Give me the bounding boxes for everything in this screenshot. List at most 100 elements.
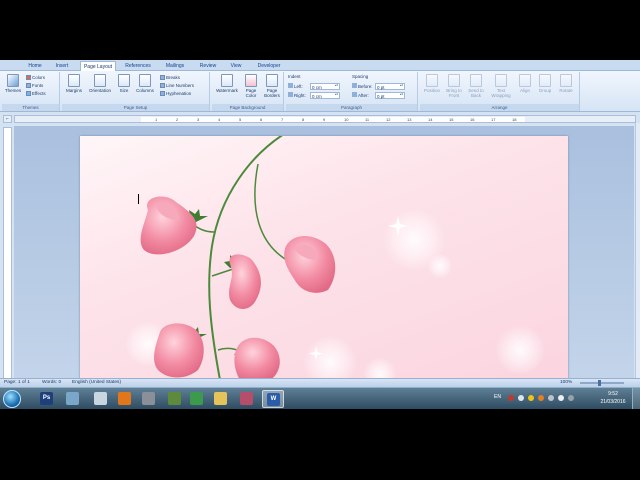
firefox-app[interactable] bbox=[114, 390, 136, 408]
gimp-icon bbox=[168, 392, 181, 405]
notepad-icon bbox=[94, 392, 107, 405]
word-count-status[interactable]: Words: 0 bbox=[42, 379, 61, 387]
tray-device-icon[interactable] bbox=[568, 395, 574, 401]
explorer-app[interactable] bbox=[62, 390, 84, 408]
ruler-tick: 2 bbox=[176, 117, 179, 122]
indent-right-input[interactable]: 0 cm bbox=[310, 92, 340, 99]
spacing-before-icon bbox=[352, 83, 357, 88]
tab-view[interactable]: View bbox=[226, 61, 246, 71]
page-background-group: Watermark Page Color Page Borders Page B… bbox=[212, 72, 284, 111]
show-desktop-button[interactable] bbox=[632, 388, 640, 409]
vertical-ruler[interactable] bbox=[3, 127, 12, 379]
page-color-button[interactable]: Page Color bbox=[242, 74, 260, 98]
themes-button[interactable]: Themes bbox=[4, 74, 22, 93]
indent-left-input[interactable]: 0 cm bbox=[310, 83, 340, 90]
tray-update-icon[interactable] bbox=[538, 395, 544, 401]
tab-review[interactable]: Review bbox=[196, 61, 220, 71]
rotate-button[interactable]: Rotate bbox=[556, 74, 576, 93]
ruler-tick: 5 bbox=[239, 117, 242, 122]
page-setup-group-label: Page Setup bbox=[62, 104, 209, 111]
spacing-after-input[interactable]: 0 pt bbox=[375, 92, 405, 99]
zoom-level[interactable]: 100% bbox=[560, 379, 572, 387]
theme-effects-button[interactable]: Effects bbox=[26, 90, 46, 97]
watermark-button[interactable]: Watermark bbox=[214, 74, 240, 93]
hyphenation-button[interactable]: Hyphenation bbox=[160, 90, 191, 97]
bring-to-front-icon bbox=[448, 74, 460, 87]
group-button[interactable]: Group bbox=[536, 74, 554, 93]
page-borders-icon bbox=[266, 74, 278, 87]
watermark-icon bbox=[221, 74, 233, 87]
effects-icon bbox=[26, 91, 31, 96]
rotate-icon bbox=[560, 74, 572, 87]
indent-left-field[interactable]: Left: 0 cm bbox=[288, 83, 340, 90]
breaks-icon bbox=[160, 75, 165, 80]
ribbon: Themes Colors Fonts Effects Themes Margi… bbox=[0, 71, 640, 112]
page-count-status[interactable]: Page: 1 of 1 bbox=[4, 379, 30, 387]
folder-app[interactable] bbox=[210, 390, 232, 408]
system-tray: EN 9:52 21/03/2016 bbox=[490, 388, 640, 409]
input-language[interactable]: EN bbox=[494, 394, 501, 400]
start-button[interactable] bbox=[3, 390, 21, 408]
tab-mailings[interactable]: Mailings bbox=[160, 61, 190, 71]
network-icon bbox=[142, 392, 155, 405]
ruler-tick: 3 bbox=[197, 117, 200, 122]
spacing-after-field[interactable]: After: 0 pt bbox=[352, 92, 405, 99]
line-numbers-button[interactable]: Line Numbers bbox=[160, 82, 194, 89]
word-icon: W bbox=[267, 393, 280, 406]
tray-app-icon[interactable] bbox=[528, 395, 534, 401]
ruler-tick: 7 bbox=[281, 117, 284, 122]
indent-title: Indent bbox=[288, 74, 301, 79]
indent-right-field[interactable]: Right: 0 cm bbox=[288, 92, 340, 99]
paint-icon bbox=[240, 392, 253, 405]
spacing-after-icon bbox=[352, 92, 357, 97]
columns-button[interactable]: Columns bbox=[134, 74, 156, 93]
group-icon bbox=[539, 74, 551, 87]
page-background-group-label: Page Background bbox=[212, 104, 283, 111]
tray-flag-icon[interactable] bbox=[518, 395, 524, 401]
spacing-before-field[interactable]: Before: 0 pt bbox=[352, 83, 405, 90]
spacing-before-input[interactable]: 0 pt bbox=[375, 83, 405, 90]
photoshop-app[interactable]: Ps bbox=[36, 390, 58, 408]
margins-button[interactable]: Margins bbox=[64, 74, 84, 93]
folder-icon bbox=[214, 392, 227, 405]
ruler-tick: 9 bbox=[323, 117, 326, 122]
tray-volume-icon[interactable] bbox=[558, 395, 564, 401]
align-button[interactable]: Align bbox=[516, 74, 534, 93]
themes-icon bbox=[7, 74, 19, 87]
gimp-app[interactable] bbox=[164, 390, 186, 408]
ribbon-tabs: Home Insert Page Layout References Maili… bbox=[0, 60, 640, 71]
right-indent-icon bbox=[288, 92, 293, 97]
tray-antivirus-icon[interactable] bbox=[508, 395, 514, 401]
tab-insert[interactable]: Insert bbox=[50, 61, 74, 71]
chrome-app[interactable] bbox=[186, 390, 208, 408]
network-app[interactable] bbox=[138, 390, 160, 408]
zoom-slider[interactable] bbox=[580, 382, 624, 384]
vertical-scrollbar[interactable] bbox=[635, 123, 640, 378]
theme-fonts-button[interactable]: Fonts bbox=[26, 82, 43, 89]
clock[interactable]: 9:52 21/03/2016 bbox=[598, 390, 628, 406]
size-button[interactable]: Size bbox=[116, 74, 132, 93]
paint-app[interactable] bbox=[236, 390, 258, 408]
document-page[interactable] bbox=[80, 136, 568, 380]
notepad-app[interactable] bbox=[90, 390, 112, 408]
tray-network-icon[interactable] bbox=[548, 395, 554, 401]
paragraph-group: Indent Left:0 cm Right:0 cm Spacing Befo… bbox=[286, 72, 418, 111]
word-app[interactable]: W bbox=[262, 390, 284, 408]
page-borders-button[interactable]: Page Borders bbox=[262, 74, 282, 98]
zoom-slider-thumb[interactable] bbox=[598, 380, 601, 386]
breaks-button[interactable]: Breaks bbox=[160, 74, 180, 81]
horizontal-ruler[interactable]: 1 2 3 4 5 6 7 8 9 10 11 12 13 14 15 16 17 18 bbox=[14, 115, 636, 123]
view-ruler-button[interactable]: ⌐ bbox=[3, 115, 12, 123]
bring-to-front-button[interactable]: Bring to Front bbox=[444, 74, 464, 98]
tab-page-layout[interactable]: Page Layout bbox=[80, 61, 116, 71]
orientation-button[interactable]: Orientation bbox=[86, 74, 114, 93]
tab-references[interactable]: References bbox=[122, 61, 154, 71]
tab-developer[interactable]: Developer bbox=[252, 61, 286, 71]
themes-group-label: Themes bbox=[2, 104, 59, 111]
language-status[interactable]: English (United States) bbox=[72, 379, 121, 387]
text-wrapping-button[interactable]: Text Wrapping bbox=[490, 74, 512, 98]
tab-home[interactable]: Home bbox=[24, 61, 46, 71]
position-button[interactable]: Position bbox=[422, 74, 442, 93]
theme-colors-button[interactable]: Colors bbox=[26, 74, 45, 81]
send-to-back-button[interactable]: Send to Back bbox=[466, 74, 486, 98]
